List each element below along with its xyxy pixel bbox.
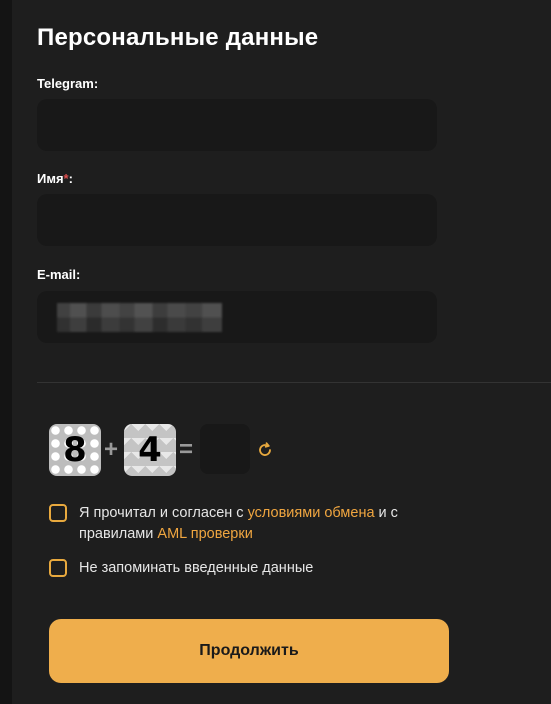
section-divider bbox=[37, 382, 551, 383]
name-input[interactable] bbox=[37, 194, 437, 246]
terms-prefix: Я прочитал и согласен с bbox=[79, 505, 248, 521]
telegram-input[interactable] bbox=[37, 99, 437, 151]
captcha-first-number: 8 bbox=[49, 424, 101, 476]
name-label-colon: : bbox=[68, 171, 73, 186]
email-input[interactable] bbox=[37, 291, 437, 343]
terms-text: Я прочитал и согласен с условиями обмена… bbox=[79, 503, 439, 545]
aml-rules-link[interactable]: AML проверки bbox=[157, 526, 252, 542]
terms-checkbox[interactable] bbox=[49, 504, 67, 522]
captcha-second-digit: 4 bbox=[138, 430, 162, 470]
email-label: E-mail: bbox=[37, 267, 81, 282]
remember-row: Не запоминать введенные данные bbox=[49, 558, 439, 579]
captcha-answer-input[interactable] bbox=[200, 424, 250, 474]
name-label-text: Имя bbox=[37, 171, 64, 186]
personal-data-panel: Персональные данные Telegram: Имя*: E-ma… bbox=[12, 0, 551, 704]
captcha-equals-sign: = bbox=[179, 436, 194, 463]
name-label: Имя*: bbox=[37, 171, 73, 186]
refresh-icon bbox=[259, 442, 271, 456]
captcha-second-number: 4 bbox=[124, 424, 176, 476]
telegram-label: Telegram: bbox=[37, 76, 99, 91]
left-edge-strip bbox=[0, 0, 12, 704]
captcha-plus-sign: + bbox=[104, 436, 119, 463]
captcha-refresh-button[interactable] bbox=[256, 441, 274, 459]
page-title: Персональные данные bbox=[37, 24, 319, 51]
continue-button[interactable]: Продолжить bbox=[49, 619, 449, 683]
dont-remember-checkbox[interactable] bbox=[49, 559, 67, 577]
terms-agreement-row: Я прочитал и согласен с условиями обмена… bbox=[49, 503, 439, 545]
dont-remember-text: Не запоминать введенные данные bbox=[79, 560, 314, 576]
exchange-terms-link[interactable]: условиями обмена bbox=[248, 505, 375, 521]
captcha-first-digit: 8 bbox=[63, 430, 87, 470]
